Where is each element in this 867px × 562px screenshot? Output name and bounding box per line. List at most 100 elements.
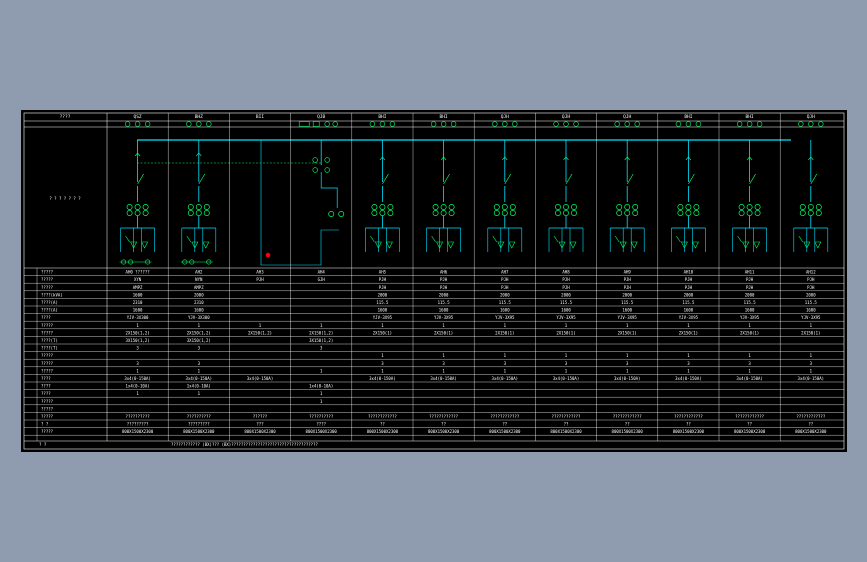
table-cell: ?????????? — [187, 414, 212, 419]
row-label: ? ? — [41, 422, 49, 427]
panel-code: BHI — [684, 114, 692, 120]
panel-code: BII — [256, 114, 264, 120]
table-cell: 2X150(1) — [679, 330, 698, 335]
table-cell: 3x4(0-150A) — [247, 376, 274, 381]
table-cell: PJH — [501, 285, 509, 290]
table-cell: 115.5 — [438, 300, 451, 305]
table-cell: ?? — [564, 422, 569, 427]
table-cell: ???????????? — [490, 414, 519, 419]
table-cell: PJH — [440, 277, 448, 282]
table-cell: ???? — [316, 422, 326, 427]
table-cell: PJH — [746, 285, 754, 290]
table-cell: PJH — [562, 277, 570, 282]
row-label: ????? — [41, 277, 54, 282]
table-cell: ?????????? — [309, 414, 334, 419]
table-cell: 2X150(1) — [801, 330, 820, 335]
table-cell: AH6 — [440, 270, 448, 275]
panel-code: QSZ — [134, 114, 142, 120]
table-cell: 1600 — [622, 308, 632, 313]
panel-code: QJH — [807, 114, 815, 120]
row-label: ????? — [41, 270, 54, 275]
table-cell: PJH — [746, 277, 754, 282]
table-cell: 800X1500X2300 — [795, 429, 827, 434]
table-cell: ???????????? — [552, 414, 581, 419]
table-cell: PJH — [379, 285, 387, 290]
table-cell: YJV-3X95 — [801, 315, 821, 320]
panel-code: QJH — [623, 114, 631, 120]
table-cell: NYN — [195, 277, 203, 282]
row-label: ????? — [41, 429, 54, 434]
table-cell: 2000 — [378, 292, 388, 297]
row-label: ????(T) — [41, 338, 58, 343]
table-cell: ?????? — [253, 414, 268, 419]
panel-code: BHI — [378, 114, 386, 120]
table-cell: 1600 — [745, 308, 755, 313]
table-cell: 1600 — [133, 308, 143, 313]
table-cell: ???????????? — [613, 414, 642, 419]
row-label: ????? — [41, 330, 54, 335]
panel-code: QJH — [562, 114, 570, 120]
table-cell: 1x4(0-10A) — [309, 384, 333, 389]
table-cell: YJV-3X95 — [373, 315, 393, 320]
table-cell: PJH — [624, 277, 632, 282]
table-cell: 3x4(0-150A) — [492, 376, 519, 381]
table-cell: AH12 — [806, 270, 816, 275]
row-label: ????(A) — [41, 308, 58, 313]
table-cell: AH10 — [684, 270, 694, 275]
table-cell: ??? — [256, 422, 264, 427]
table-cell: PJH — [256, 277, 264, 282]
table-cell: AH7 — [501, 270, 509, 275]
row-label: ????? — [41, 361, 54, 366]
table-cell: ?? — [686, 422, 691, 427]
row-label: ????? — [41, 353, 54, 358]
table-cell: 2000 — [745, 292, 755, 297]
table-cell: 800X1500X2300 — [306, 429, 338, 434]
row-label: ????(kVA) — [41, 292, 63, 297]
row-label: ???? — [41, 315, 51, 320]
table-cell: 800X1500X2300 — [550, 429, 582, 434]
table-cell: PJH — [685, 277, 693, 282]
table-cell: 115.5 — [805, 300, 818, 305]
table-cell: 3X150(1,2) — [187, 338, 211, 343]
row-label: ????? — [41, 406, 54, 411]
row-label: ???? — [41, 384, 51, 389]
table-cell: YJV-3X95 — [618, 315, 638, 320]
row-label: ????? — [41, 285, 54, 290]
table-cell: 1600 — [500, 308, 510, 313]
cad-drawing-sheet: ???? QSZ BHZ BII QJB BHI BHI QJH QJH QJH BHI BHI QJ… — [21, 110, 847, 452]
table-cell: ?? — [380, 422, 385, 427]
table-cell: 800X1500X2300 — [612, 429, 644, 434]
table-cell: 3x4(0-150A) — [798, 376, 825, 381]
table-cell: PJH — [562, 285, 570, 290]
table-cell: AH3 — [256, 270, 264, 275]
table-cell: 3x4(0-150A) — [675, 376, 702, 381]
table-cell: YJV-3X95 — [740, 315, 760, 320]
table-cell: AH5 — [379, 270, 387, 275]
fault-marker — [265, 252, 271, 258]
table-cell: 2310 — [194, 300, 204, 305]
table-cell: 3X150(1,2) — [309, 338, 333, 343]
table-cell: ???????????? — [674, 414, 703, 419]
table-cell: 3x4(0-150A) — [430, 376, 457, 381]
table-cell: AMPZ — [133, 285, 143, 290]
header-label: ???? — [60, 114, 71, 120]
row-label: ????? — [41, 399, 54, 404]
table-cell: 2000 — [194, 292, 204, 297]
table-cell: 1600 — [806, 308, 816, 313]
table-cell: 1x4(0-10A) — [187, 384, 211, 389]
table-cell: XYN — [134, 277, 142, 282]
table-cell: 2X150(1) — [618, 330, 637, 335]
single-line-diagram: ???? QSZ BHZ BII QJB BHI BHI QJH QJH QJH BHI BHI QJ… — [21, 110, 847, 452]
footer-label: ? ? — [39, 442, 47, 447]
table-cell: 1600 — [561, 308, 571, 313]
table-cell: 2310 — [133, 300, 143, 305]
panel-code: BHZ — [195, 114, 203, 120]
table-cell: 2X150(1,2) — [187, 330, 211, 335]
table-cell: 1600 — [133, 292, 143, 297]
table-cell: PJH — [624, 285, 632, 290]
table-cell: 115.5 — [560, 300, 573, 305]
table-cell: ?? — [747, 422, 752, 427]
table-cell: AMPZ — [194, 285, 204, 290]
panel-code: BHI — [746, 114, 754, 120]
table-cell: 1600 — [194, 308, 204, 313]
